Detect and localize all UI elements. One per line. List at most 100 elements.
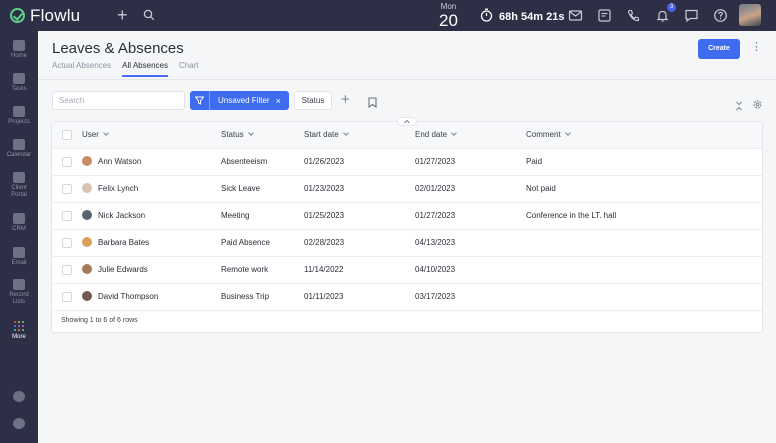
tabs: Actual Absences All Absences Chart: [52, 61, 199, 77]
search-input[interactable]: Search: [52, 91, 185, 110]
tab-all-absences[interactable]: All Absences: [122, 61, 168, 77]
bell-icon[interactable]: 3: [655, 3, 676, 23]
help-icon[interactable]: [713, 8, 728, 23]
phone-icon[interactable]: [626, 8, 641, 23]
chevron-down-icon: [564, 130, 571, 136]
date-widget[interactable]: Mon 20: [439, 2, 458, 31]
filter-label: Unsaved Filter: [218, 96, 270, 105]
sidebar-item-tasks[interactable]: Tasks: [0, 73, 38, 93]
notification-badge: 3: [667, 3, 676, 12]
table-row[interactable]: David Thompson Business Trip 01/11/2023 …: [52, 284, 762, 311]
app-name: Flowlu: [30, 5, 81, 25]
create-button[interactable]: Create: [698, 39, 740, 59]
column-header-comment[interactable]: Comment: [526, 122, 571, 148]
chevron-down-icon: [247, 130, 254, 136]
column-header-user[interactable]: User: [82, 122, 109, 148]
user-cell[interactable]: Nick Jackson: [82, 203, 145, 229]
sidebar-item-label: More: [12, 334, 26, 340]
calendar-icon: [13, 139, 25, 150]
status-filter-button[interactable]: Status: [294, 91, 332, 110]
sidebar-item-record-lists[interactable]: Record Lists: [0, 279, 38, 306]
sidebar-item-client-portal[interactable]: Client Portal: [0, 172, 38, 199]
sidebar-item-label: Email: [11, 260, 27, 266]
timer-value: 68h 54m 21s: [499, 10, 565, 23]
user-cell[interactable]: Felix Lynch: [82, 176, 138, 202]
start-date-cell: 01/23/2023: [304, 184, 345, 193]
avatar: [82, 182, 92, 193]
sidebar-item-more[interactable]: More: [0, 321, 38, 341]
start-date-cell: 02/28/2023: [304, 238, 345, 247]
add-filter-icon[interactable]: +: [341, 92, 350, 107]
user-cell[interactable]: Julie Edwards: [82, 257, 148, 283]
bookmark-icon[interactable]: [368, 95, 377, 113]
chevron-up-icon: [404, 119, 410, 124]
avatar: [82, 155, 92, 166]
sidebar-item-label: Client Portal: [11, 185, 27, 198]
tab-chart[interactable]: Chart: [179, 61, 199, 77]
row-checkbox[interactable]: [62, 211, 72, 221]
chevron-down-icon: [451, 130, 457, 136]
start-date-cell: 11/14/2022: [304, 265, 344, 274]
more-grid-icon: [14, 321, 24, 331]
select-all-checkbox[interactable]: [62, 130, 72, 140]
column-header-status[interactable]: Status: [221, 122, 254, 148]
mail-icon[interactable]: [568, 8, 583, 23]
row-checkbox[interactable]: [62, 292, 72, 302]
collapse-toolbar-toggle[interactable]: [397, 117, 417, 126]
start-date-cell: 01/25/2023: [304, 211, 345, 220]
row-checkbox[interactable]: [62, 265, 72, 275]
more-options-icon[interactable]: ⋮: [751, 42, 762, 53]
time-tracker[interactable]: 68h 54m 21s: [480, 8, 564, 25]
sidebar-item-crm[interactable]: CRM: [0, 213, 38, 233]
sidebar-item-label: Calendar: [6, 152, 32, 158]
sidebar-item-projects[interactable]: Projects: [0, 106, 38, 126]
crm-icon: [13, 213, 25, 224]
row-checkbox[interactable]: [62, 157, 72, 167]
table-row[interactable]: Felix Lynch Sick Leave 01/23/2023 02/01/…: [52, 176, 762, 203]
tab-actual-absences[interactable]: Actual Absences: [52, 61, 111, 77]
search-icon[interactable]: [143, 8, 155, 26]
status-cell: Remote work: [221, 265, 269, 274]
table-row[interactable]: Ann Watson Absenteeism 01/26/2023 01/27/…: [52, 149, 762, 176]
table-row[interactable]: Nick Jackson Meeting 01/25/2023 01/27/20…: [52, 203, 762, 230]
sidebar-item-calendar[interactable]: Calendar: [0, 139, 38, 159]
table-settings-gear-icon[interactable]: [752, 97, 763, 115]
status-cell: Meeting: [221, 211, 250, 220]
user-cell[interactable]: David Thompson: [82, 284, 158, 310]
sidebar-item-email[interactable]: Email: [0, 247, 38, 267]
user-avatar[interactable]: [739, 4, 761, 26]
add-icon[interactable]: +: [117, 6, 128, 24]
user-cell[interactable]: Ann Watson: [82, 149, 141, 175]
row-checkbox[interactable]: [62, 238, 72, 248]
integrations-icon: [13, 391, 25, 402]
chat-icon[interactable]: [684, 8, 699, 23]
top-bar: Flowlu + Mon 20 68h 54m 21s 3: [0, 0, 776, 31]
sidebar-item-integrations[interactable]: [0, 391, 38, 404]
page-title: Leaves & Absences: [52, 40, 184, 57]
user-cell[interactable]: Barbara Bates: [82, 230, 149, 256]
notes-icon[interactable]: [597, 8, 612, 23]
avatar: [82, 209, 92, 220]
avatar: [82, 263, 92, 274]
flowlu-logo[interactable]: Flowlu: [10, 6, 114, 26]
table-row[interactable]: Barbara Bates Paid Absence 02/28/2023 04…: [52, 230, 762, 257]
row-checkbox[interactable]: [62, 184, 72, 194]
column-header-end-date[interactable]: End date: [415, 122, 457, 148]
sidebar-item-settings[interactable]: [0, 418, 38, 431]
start-date-cell: 01/26/2023: [304, 157, 345, 166]
record-lists-icon: [13, 279, 25, 290]
clear-filter-icon[interactable]: ×: [276, 96, 281, 106]
column-header-start-date[interactable]: Start date: [304, 122, 349, 148]
date-day: 20: [439, 11, 458, 30]
status-cell: Sick Leave: [221, 184, 261, 193]
sidebar-item-label: CRM: [12, 226, 26, 232]
end-date-cell: 04/10/2023: [415, 265, 456, 274]
collapse-icon[interactable]: [735, 98, 743, 116]
table-row[interactable]: Julie Edwards Remote work 11/14/2022 04/…: [52, 257, 762, 284]
unsaved-filter-button[interactable]: Unsaved Filter ×: [190, 91, 289, 110]
end-date-cell: 03/17/2023: [415, 292, 456, 301]
settings-icon: [13, 418, 25, 429]
sidebar-item-home[interactable]: Home: [0, 40, 38, 60]
date-day-of-week: Mon: [440, 2, 457, 11]
header-divider: [38, 79, 776, 80]
